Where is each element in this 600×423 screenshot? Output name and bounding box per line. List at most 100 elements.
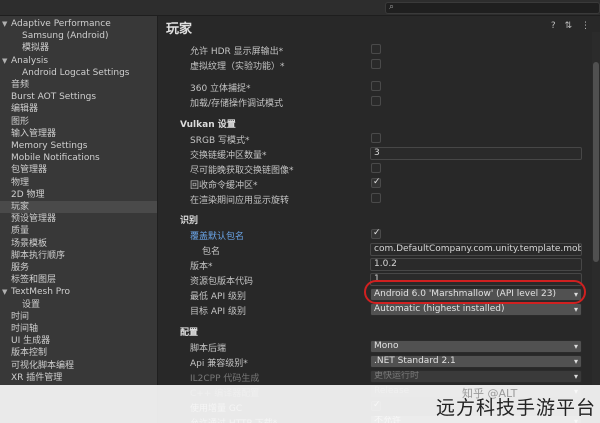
search-input[interactable]: ⌕ [385, 2, 600, 14]
sidebar-item-label: 编辑器 [11, 104, 39, 115]
highlight-annotation [364, 280, 586, 304]
sidebar-item[interactable]: ▼ Adaptive Performance [0, 18, 157, 30]
setting-label: 最低 API 级别 [190, 292, 246, 302]
sidebar-item[interactable]: 编辑器 [0, 103, 157, 115]
setting-label: 允许 HDR 显示屏输出* [190, 47, 284, 57]
sidebar-item[interactable]: 预设管理器 [0, 213, 157, 225]
sidebar-item[interactable]: 时间轴 [0, 323, 157, 335]
sidebar-item[interactable]: 2D 物理 [0, 189, 157, 201]
setting-dropdown[interactable]: Mono ▾ [370, 340, 582, 353]
sidebar-item[interactable]: 可视化脚本编程 [0, 360, 157, 372]
setting-checkbox[interactable] [371, 59, 381, 69]
caret-down-icon[interactable]: ▼ [2, 286, 11, 298]
setting-dropdown[interactable]: 更快运行时 ▾ [370, 370, 582, 383]
sidebar-item-label: 脚本执行顺序 [11, 250, 66, 261]
setting-label: 360 立体捕捉* [190, 84, 251, 94]
setting-checkbox[interactable]: ✓ [371, 228, 381, 239]
setting-checkbox[interactable] [371, 81, 381, 91]
sidebar-item-label: 音频 [11, 80, 30, 90]
sidebar-item[interactable]: 版本控制 [0, 347, 157, 359]
dropdown-value: Mono [374, 341, 399, 351]
sidebar-item[interactable]: 脚本执行顺序 [0, 250, 157, 262]
sidebar-item-label: 服务 [11, 263, 30, 273]
sidebar-item[interactable]: XR 插件管理 [0, 372, 157, 384]
setting-row: 交换链缓冲区数量* 3 [158, 147, 590, 161]
setting-label: 交换链缓冲区数量* [190, 151, 267, 161]
scrollbar[interactable] [592, 32, 600, 423]
sidebar-item-label: Analysis [11, 55, 49, 66]
sidebar-item-label: 输入管理器 [11, 128, 57, 139]
setting-row: 尽可能晚获取交换链图像* [158, 162, 590, 176]
sidebar-item[interactable]: 音频 [0, 79, 157, 91]
sidebar-item-label: Mobile Notifications [11, 153, 100, 164]
sidebar-item-label: 可视化脚本编程 [11, 360, 75, 371]
sidebar-item[interactable]: Android Logcat Settings [0, 67, 157, 79]
caret-down-icon[interactable]: ▼ [2, 55, 11, 67]
sidebar-item[interactable]: 物理 [0, 177, 157, 189]
setting-checkbox[interactable] [371, 193, 381, 203]
setting-row: 覆盖默认包名 ✓ [158, 228, 590, 242]
sidebar-item-label: Memory Settings [11, 141, 88, 151]
sidebar-item[interactable]: 输入管理器 [0, 128, 157, 140]
setting-row: IL2CPP 代码生成 更快运行时 ▾ [158, 370, 590, 384]
section-header: 识别 [180, 216, 199, 226]
setting-row: Api 兼容级别* .NET Standard 2.1 ▾ [158, 355, 590, 369]
scrollbar-thumb[interactable] [593, 62, 599, 262]
sidebar-item[interactable]: 时间 [0, 311, 157, 323]
sidebar-item[interactable]: Samsung (Android) [0, 30, 157, 42]
sidebar-item[interactable]: Mobile Notifications [0, 152, 157, 164]
sidebar-item[interactable]: 标签和图层 [0, 274, 157, 286]
setting-checkbox[interactable]: ✓ [371, 177, 381, 188]
setting-label: 版本* [190, 262, 213, 272]
sidebar-item-label: 质量 [11, 226, 30, 237]
sidebar-item-label: Burst AOT Settings [11, 92, 97, 103]
setting-label: 包名 [202, 247, 221, 257]
sidebar-item-label: 版本控制 [11, 348, 48, 359]
setting-label: 资源包版本代码 [190, 277, 254, 287]
sidebar-item-label: 玩家 [11, 202, 30, 212]
setting-dropdown[interactable]: Automatic (highest installed) ▾ [370, 303, 582, 316]
sidebar-item[interactable]: 质量 [0, 225, 157, 237]
sidebar-item[interactable]: ▼ TextMesh Pro [0, 286, 157, 298]
sidebar-item[interactable]: 场景模板 [0, 238, 157, 250]
sidebar-item-label: 时间轴 [11, 324, 39, 334]
caret-down-icon[interactable]: ▼ [2, 18, 11, 30]
sidebar-item-label: XR 插件管理 [11, 372, 63, 383]
preset-icon[interactable]: ⇅ [565, 21, 573, 31]
setting-row: 在渲染期间应用显示旋转 [158, 192, 590, 206]
watermark-text: 远方科技手游平台 [435, 397, 596, 419]
sidebar-item[interactable]: 图形 [0, 116, 157, 128]
sidebar-item[interactable]: 玩家 [0, 201, 157, 213]
sidebar-item[interactable]: 包管理器 [0, 164, 157, 176]
sidebar-item[interactable]: UI 生成器 [0, 335, 157, 347]
setting-row: 允许 HDR 显示屏输出* [158, 43, 590, 57]
setting-text-field[interactable]: 3 [370, 147, 582, 160]
sidebar-item[interactable]: 模拟器 [0, 42, 157, 54]
checkmark-icon: ✓ [373, 228, 381, 238]
sidebar-item[interactable]: Burst AOT Settings [0, 91, 157, 103]
sidebar-item[interactable]: 服务 [0, 262, 157, 274]
sidebar-item[interactable]: ▼ Analysis [0, 55, 157, 67]
sidebar-item-label: UI 生成器 [11, 336, 51, 347]
dropdown-value: .NET Standard 2.1 [374, 356, 456, 366]
setting-label: 覆盖默认包名 [190, 232, 245, 242]
sidebar-item[interactable]: Memory Settings [0, 140, 157, 152]
sidebar-item[interactable]: 设置 [0, 299, 157, 311]
top-toolbar: ⌕ [0, 0, 600, 16]
setting-row: 目标 API 级别 Automatic (highest installed) ▾ [158, 303, 590, 317]
more-menu-icon[interactable]: ⋮ [581, 21, 590, 31]
setting-row: 360 立体捕捉* [158, 80, 590, 94]
setting-checkbox[interactable] [371, 163, 381, 173]
setting-checkbox[interactable] [371, 44, 381, 54]
player-settings-panel: 玩家 ? ⇅ ⋮ 允许 HDR 显示屏输出* 虚拟纹理（实验功能）* 360 立体捕… [158, 16, 600, 423]
setting-checkbox[interactable] [371, 133, 381, 143]
help-icon[interactable]: ? [551, 21, 556, 31]
setting-text-field[interactable]: 1.0.2 [370, 258, 582, 271]
setting-text-field[interactable]: com.DefaultCompany.com.unity.template.mo… [370, 243, 582, 256]
setting-label: SRGB 写模式* [190, 136, 250, 146]
setting-row: 虚拟纹理（实验功能）* [158, 58, 590, 72]
sidebar-item-label: Samsung (Android) [22, 31, 109, 42]
setting-checkbox[interactable] [371, 96, 381, 106]
sidebar-item-label: 模拟器 [22, 43, 50, 54]
setting-dropdown[interactable]: .NET Standard 2.1 ▾ [370, 355, 582, 368]
